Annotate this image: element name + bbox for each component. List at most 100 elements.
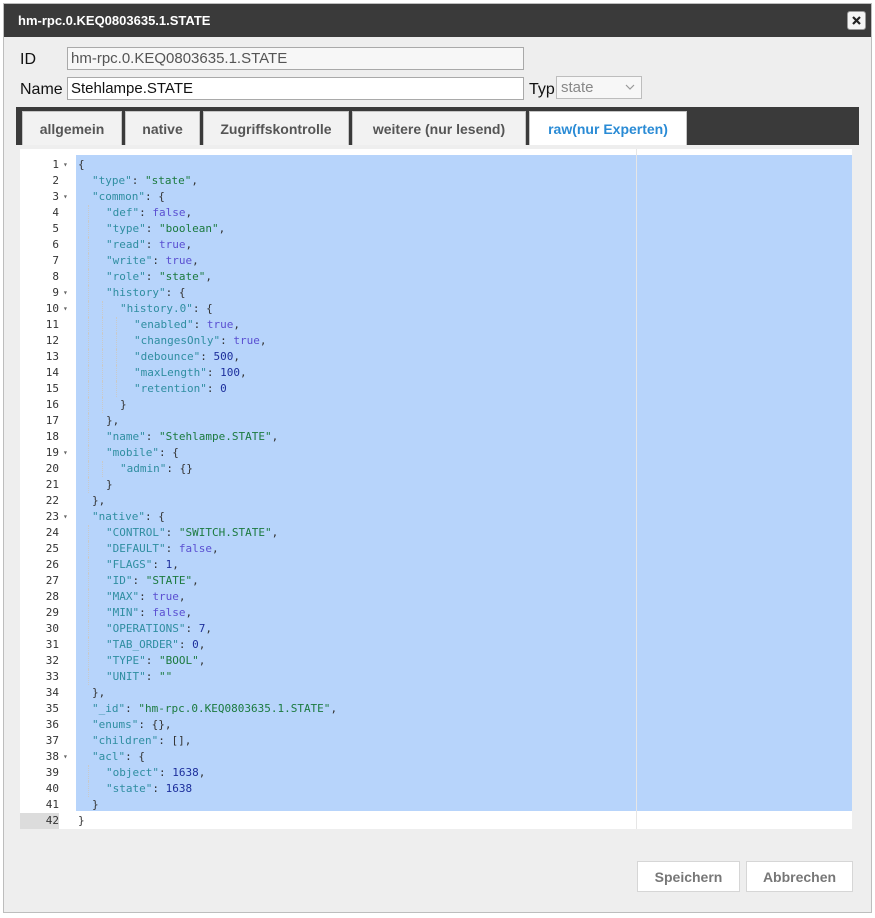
line-number: 14 xyxy=(45,366,59,379)
line-number: 21 xyxy=(45,478,59,491)
code-line: 39 "object": 1638, xyxy=(20,765,852,781)
code-text: "enums": {}, xyxy=(92,717,171,733)
code-text: } xyxy=(106,477,113,493)
tab-raw[interactable]: raw(nur Experten) xyxy=(529,111,687,145)
code-token: "hm-rpc.0.KEQ0803635.1.STATE" xyxy=(138,702,331,715)
typ-select[interactable]: state xyxy=(556,76,642,99)
code-token: "acl" xyxy=(92,750,126,763)
indent-guide xyxy=(88,381,89,397)
line-number: 27 xyxy=(45,574,59,587)
code-text: "write": true, xyxy=(106,253,199,269)
code-token: }, xyxy=(92,494,106,507)
fold-toggle-icon[interactable]: ▾ xyxy=(63,509,68,525)
code-token: "Stehlampe.STATE" xyxy=(159,430,272,443)
code-line: 25 "DEFAULT": false, xyxy=(20,541,852,557)
code-text: "children": [], xyxy=(92,733,191,749)
code-line: 5 "type": "boolean", xyxy=(20,221,852,237)
fold-toggle-icon[interactable]: ▾ xyxy=(63,301,68,317)
code-line: 36 "enums": {}, xyxy=(20,717,852,733)
indent-guide xyxy=(88,669,89,685)
name-field[interactable]: Stehlampe.STATE xyxy=(67,77,524,100)
code-line: 6 "read": true, xyxy=(20,237,852,253)
code-token: , xyxy=(211,542,219,555)
tab-native[interactable]: native xyxy=(125,111,200,145)
code-line: 42} xyxy=(20,813,852,829)
tab-weitere[interactable]: weitere (nur lesend) xyxy=(352,111,526,145)
code-token: 0 xyxy=(220,382,227,395)
indent-guide xyxy=(88,285,89,301)
close-button[interactable] xyxy=(847,11,866,30)
line-number: 8 xyxy=(52,270,59,283)
fold-toggle-icon[interactable]: ▾ xyxy=(63,749,68,765)
code-token: "children" xyxy=(92,734,159,747)
code-text: } xyxy=(78,813,85,829)
code-token: "type" xyxy=(106,222,146,235)
code-line: 40 "state": 1638 xyxy=(20,781,852,797)
cancel-button[interactable]: Abbrechen xyxy=(746,861,853,892)
indent-guide xyxy=(102,365,103,381)
code-text: "history": { xyxy=(106,285,185,301)
line-number: 2 xyxy=(52,174,59,187)
code-text: "maxLength": 100, xyxy=(134,365,247,381)
fold-toggle-icon[interactable]: ▾ xyxy=(63,285,68,301)
code-token: "object" xyxy=(106,766,159,779)
indent-guide xyxy=(102,333,103,349)
line-number: 5 xyxy=(52,222,59,235)
code-token: , xyxy=(185,206,193,219)
code-text: "type": "state", xyxy=(92,173,198,189)
line-number: 11 xyxy=(45,318,59,331)
indent-guide xyxy=(102,397,103,413)
line-number: 4 xyxy=(52,206,59,219)
save-button[interactable]: Speichern xyxy=(637,861,740,892)
line-number: 36 xyxy=(45,718,59,731)
indent-guide xyxy=(88,237,89,253)
code-token: "_id" xyxy=(92,702,126,715)
line-number: 13 xyxy=(45,350,59,363)
tab-allgemein[interactable]: allgemein xyxy=(22,111,122,145)
code-token: , xyxy=(191,174,198,187)
code-text: "read": true, xyxy=(106,237,192,253)
code-token: "type" xyxy=(92,174,132,187)
code-token: , xyxy=(198,654,206,667)
code-text: "DEFAULT": false, xyxy=(106,541,219,557)
code-line: 4 "def": false, xyxy=(20,205,852,221)
code-token: : { xyxy=(144,510,165,523)
code-token: , xyxy=(198,638,206,651)
fold-toggle-icon[interactable]: ▾ xyxy=(63,189,68,205)
code-token: } xyxy=(78,814,85,827)
indent-guide xyxy=(102,461,103,477)
code-line: 12 "changesOnly": true, xyxy=(20,333,852,349)
code-line: 17}, xyxy=(20,413,852,429)
code-token: "changesOnly" xyxy=(134,334,221,347)
line-number: 37 xyxy=(45,734,59,747)
fold-toggle-icon[interactable]: ▾ xyxy=(63,445,68,461)
fold-toggle-icon[interactable]: ▾ xyxy=(63,157,68,173)
indent-guide xyxy=(88,429,89,445)
code-line: 2 "type": "state", xyxy=(20,173,852,189)
indent-guide xyxy=(88,461,89,477)
code-token: : xyxy=(145,654,159,667)
code-text: "TAB_ORDER": 0, xyxy=(106,637,205,653)
code-token: : { xyxy=(144,190,165,203)
code-token: : { xyxy=(192,302,213,315)
line-number: 3 xyxy=(52,190,59,203)
id-label: ID xyxy=(20,51,36,68)
indent-guide xyxy=(116,365,117,381)
code-line: 15 "retention": 0 xyxy=(20,381,852,397)
json-code-editor[interactable]: 1 ▾{2 "type": "state", 3 ▾ "common": {4 "def":… xyxy=(20,149,852,829)
indent-guide xyxy=(88,589,89,605)
code-line: 14 "maxLength": 100, xyxy=(20,365,852,381)
code-token: , xyxy=(192,254,199,267)
code-line: 24 "CONTROL": "SWITCH.STATE", xyxy=(20,525,852,541)
code-token: , xyxy=(271,430,279,443)
line-number: 22 xyxy=(45,494,59,507)
indent-guide xyxy=(88,317,89,333)
code-line: 10 ▾ "history.0": { xyxy=(20,301,852,317)
line-number: 15 xyxy=(45,382,59,395)
code-token: "debounce" xyxy=(134,350,201,363)
indent-guide xyxy=(88,221,89,237)
code-token: "ID" xyxy=(106,574,133,587)
code-token: "MIN" xyxy=(106,606,140,619)
id-field[interactable]: hm-rpc.0.KEQ0803635.1.STATE xyxy=(67,47,524,70)
tab-zugriffskontrolle[interactable]: Zugriffskontrolle xyxy=(203,111,349,145)
